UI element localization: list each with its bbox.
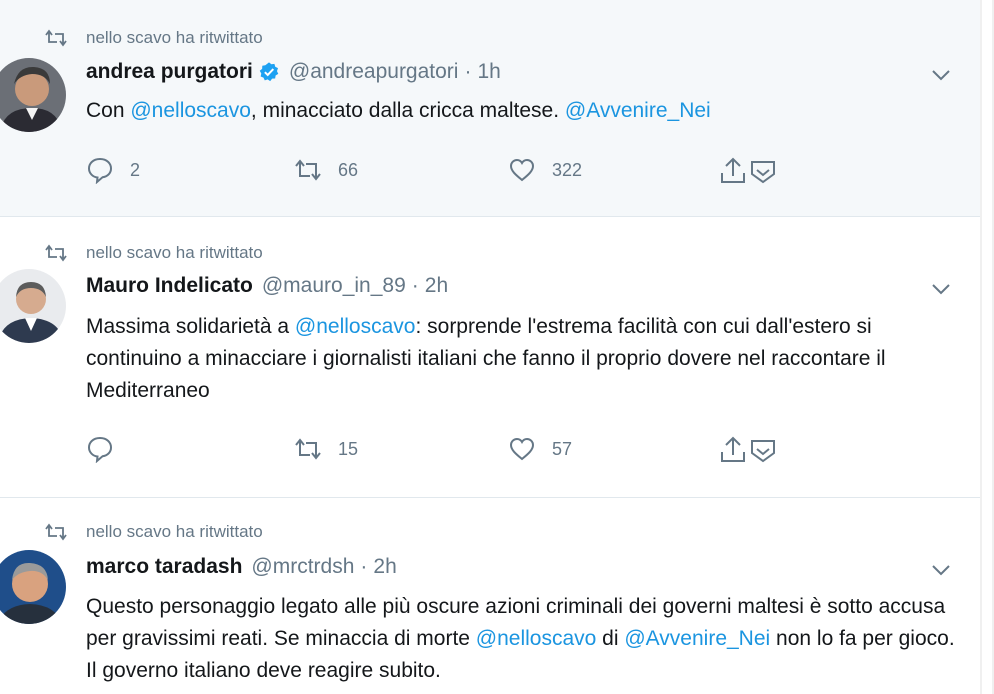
retweet-context: nello scavo ha ritwittato (44, 522, 263, 542)
direct-message-icon (751, 161, 775, 184)
scrollbar-thumb[interactable] (982, 0, 992, 694)
retweet-context: nello scavo ha ritwittato (44, 243, 263, 263)
chevron-down-icon[interactable] (930, 68, 952, 82)
tweet-timestamp[interactable]: 2h (425, 274, 448, 298)
chevron-down-icon[interactable] (930, 282, 952, 296)
mention-link[interactable]: @nelloscavo (130, 99, 251, 122)
separator-dot: · (464, 60, 472, 83)
like-button[interactable]: 57 (508, 435, 572, 463)
separator-dot: · (411, 274, 419, 297)
share-icon (721, 436, 745, 462)
mention-link[interactable]: @nelloscavo (476, 627, 597, 650)
tweet-actions: 2 66 322 (86, 156, 806, 186)
reply-count: 2 (130, 159, 141, 180)
tweet-text: Questo personaggio legato alle più oscur… (86, 591, 966, 687)
share-button[interactable] (718, 156, 778, 186)
avatar[interactable] (0, 269, 66, 343)
tweet[interactable]: nello scavo ha ritwittato Mauro Indelica… (0, 217, 980, 498)
tweet[interactable]: nello scavo ha ritwittato andrea purgato… (0, 0, 980, 217)
tweet-text-segment: Massima solidarietà a (86, 315, 295, 338)
retweet-count: 66 (338, 159, 359, 180)
retweet-icon (45, 29, 67, 47)
retweet-icon (295, 438, 321, 460)
like-count: 57 (552, 438, 573, 459)
reply-button[interactable]: 2 (86, 156, 140, 184)
timeline: nello scavo ha ritwittato andrea purgato… (0, 0, 980, 694)
tweet-actions: 15 57 (86, 435, 806, 465)
tweet-text: Con @nelloscavo, minacciato dalla cricca… (86, 95, 966, 127)
reply-icon (87, 436, 113, 463)
heart-icon (509, 158, 535, 182)
verified-badge-icon (259, 62, 279, 82)
share-icon (721, 157, 745, 183)
tweet-text: Massima solidarietà a @nelloscavo: sorpr… (86, 311, 966, 407)
author-handle[interactable]: @andreapurgatori (289, 60, 459, 84)
author-handle[interactable]: @mrctrdsh (251, 555, 354, 579)
retweet-icon (45, 523, 67, 541)
avatar[interactable] (0, 58, 66, 132)
mention-link[interactable]: @Avvenire_Nei (565, 99, 711, 122)
chevron-down-icon[interactable] (930, 563, 952, 577)
retweet-icon (295, 159, 321, 181)
direct-message-icon (751, 440, 775, 463)
tweet-text-segment: di (596, 627, 625, 650)
avatar[interactable] (0, 550, 66, 624)
reply-icon (87, 157, 113, 184)
tweet-header: Mauro Indelicato @mauro_in_89 · 2h (86, 274, 448, 298)
author-handle[interactable]: @mauro_in_89 (262, 274, 406, 298)
retweet-icon (45, 244, 67, 262)
like-button[interactable]: 322 (508, 156, 582, 184)
author-name[interactable]: Mauro Indelicato (86, 274, 253, 298)
like-count: 322 (552, 159, 583, 180)
reply-button[interactable] (86, 435, 130, 463)
share-button[interactable] (718, 435, 778, 465)
tweet[interactable]: nello scavo ha ritwittato marco taradash… (0, 498, 980, 694)
tweet-timestamp[interactable]: 2h (373, 555, 396, 579)
tweet-header: marco taradash @mrctrdsh · 2h (86, 555, 397, 579)
tweet-header: andrea purgatori @andreapurgatori · 1h (86, 60, 501, 84)
retweet-count: 15 (338, 438, 359, 459)
heart-icon (509, 437, 535, 461)
retweet-button[interactable]: 66 (294, 156, 358, 184)
tweet-text-segment: Con (86, 99, 131, 122)
tweet-timestamp[interactable]: 1h (477, 60, 500, 84)
mention-link[interactable]: @Avvenire_Nei (624, 627, 770, 650)
retweet-button[interactable]: 15 (294, 435, 358, 463)
mention-link[interactable]: @nelloscavo (295, 315, 416, 338)
author-name[interactable]: marco taradash (86, 555, 242, 579)
separator-dot: · (360, 555, 368, 578)
retweet-context-text[interactable]: nello scavo ha ritwittato (86, 28, 263, 48)
author-name[interactable]: andrea purgatori (86, 60, 253, 84)
retweet-context: nello scavo ha ritwittato (44, 28, 263, 48)
retweet-context-text[interactable]: nello scavo ha ritwittato (86, 522, 263, 542)
retweet-context-text[interactable]: nello scavo ha ritwittato (86, 243, 263, 263)
tweet-text-segment: , minacciato dalla cricca maltese. (250, 99, 565, 122)
